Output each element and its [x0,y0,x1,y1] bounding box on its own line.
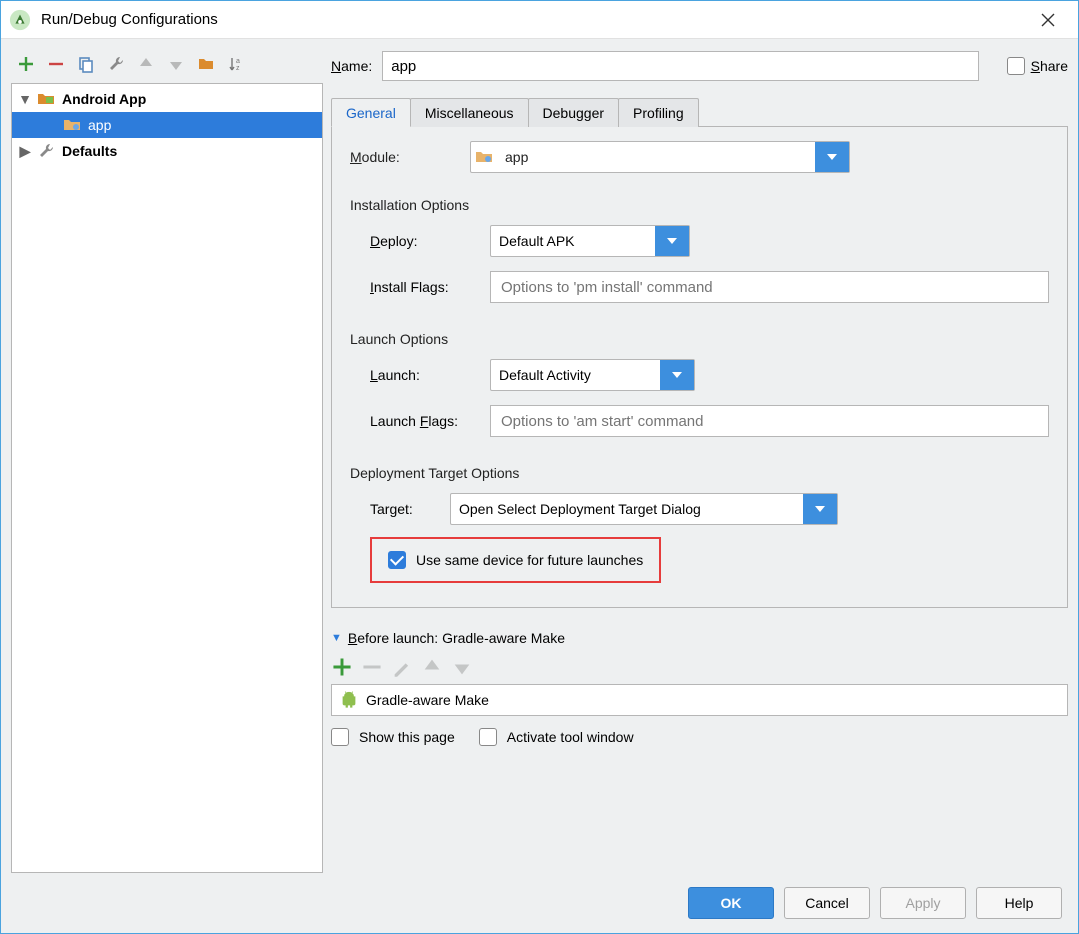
android-app-icon [36,90,56,108]
move-task-down-button[interactable] [451,656,473,678]
share-checkbox[interactable] [1007,57,1025,75]
tab-miscellaneous[interactable]: Miscellaneous [410,98,529,127]
deploy-combo[interactable]: Default APK [490,225,690,257]
tab-profiling[interactable]: Profiling [618,98,699,127]
module-icon [471,148,497,166]
add-config-button[interactable] [15,53,37,75]
tab-body-general: Module: app Installation Options Deploy:… [331,127,1068,608]
close-button[interactable] [1026,1,1070,39]
before-launch-section: ▼ Before launch: Gradle-aware Make Gradl… [331,630,1068,746]
target-label: Target: [370,501,440,517]
activate-tool-window-label: Activate tool window [507,729,634,745]
chevron-down-icon[interactable] [815,142,849,172]
tree-label: Defaults [62,143,117,159]
show-this-page-checkbox[interactable] [331,728,349,746]
apply-button[interactable]: Apply [880,887,966,919]
chevron-down-icon: ▼ [18,91,32,107]
ok-button[interactable]: OK [688,887,774,919]
deployment-target-head: Deployment Target Options [350,465,1049,481]
launch-flags-input[interactable] [490,405,1049,437]
install-flags-input[interactable] [490,271,1049,303]
remove-config-button[interactable] [45,53,67,75]
before-launch-label: Before launch: Gradle-aware Make [348,630,565,646]
right-panel: Name: Share General Miscellaneous Debugg… [331,49,1068,873]
use-same-device-checkbox[interactable] [388,551,406,569]
cancel-button[interactable]: Cancel [784,887,870,919]
before-launch-list[interactable]: Gradle-aware Make [331,684,1068,716]
launch-label: Launch: [370,367,480,383]
chevron-down-icon[interactable] [655,226,689,256]
titlebar: Run/Debug Configurations [1,1,1078,39]
highlighted-region: Use same device for future launches [370,537,661,583]
module-icon [62,116,82,134]
deploy-value: Default APK [491,233,655,249]
edit-defaults-button[interactable] [105,53,127,75]
deploy-label: Deploy: [370,233,480,249]
sort-button[interactable]: az [225,53,247,75]
tab-debugger[interactable]: Debugger [528,98,620,127]
add-task-button[interactable] [331,656,353,678]
chevron-down-icon[interactable] [660,360,694,390]
module-value: app [497,149,815,165]
tree-label: app [88,117,111,133]
chevron-down-icon: ▼ [331,632,342,644]
share-row: Share [989,57,1068,75]
config-tree[interactable]: ▼ Android App app ▶ Defaults [11,83,323,873]
chevron-down-icon[interactable] [803,494,837,524]
installation-options-head: Installation Options [350,197,1049,213]
footer: OK Cancel Apply Help [1,873,1078,933]
launch-options-head: Launch Options [350,331,1049,347]
launch-value: Default Activity [491,367,660,383]
use-same-device-label: Use same device for future launches [416,552,643,568]
svg-text:a: a [236,58,240,65]
chevron-right-icon: ▶ [18,143,32,160]
target-value: Open Select Deployment Target Dialog [451,501,803,517]
defaults-icon [36,142,56,160]
tree-node-app[interactable]: app [12,112,322,138]
android-icon [340,690,358,711]
before-launch-toolbar [331,656,1068,678]
folder-button[interactable] [195,53,217,75]
copy-config-button[interactable] [75,53,97,75]
tab-general[interactable]: General [331,98,411,127]
dialog-window: Run/Debug Configurations az ▼ An [0,0,1079,934]
tree-node-defaults[interactable]: ▶ Defaults [12,138,322,164]
launch-combo[interactable]: Default Activity [490,359,695,391]
tree-label: Android App [62,91,146,107]
tabstrip: General Miscellaneous Debugger Profiling [331,97,1068,127]
move-task-up-button[interactable] [421,656,443,678]
target-combo[interactable]: Open Select Deployment Target Dialog [450,493,838,525]
before-launch-header[interactable]: ▼ Before launch: Gradle-aware Make [331,630,1068,646]
name-label: Name: [331,58,372,74]
svg-text:z: z [236,65,240,72]
remove-task-button[interactable] [361,656,383,678]
left-panel: az ▼ Android App app ▶ Defaults [11,49,323,873]
android-studio-icon [9,9,31,31]
window-title: Run/Debug Configurations [41,11,1026,28]
config-toolbar: az [11,49,323,79]
tree-node-android-app[interactable]: ▼ Android App [12,86,322,112]
move-up-button[interactable] [135,53,157,75]
share-label: Share [1031,58,1068,74]
before-launch-item-label: Gradle-aware Make [366,692,489,708]
edit-task-button[interactable] [391,656,413,678]
move-down-button[interactable] [165,53,187,75]
activate-tool-window-checkbox[interactable] [479,728,497,746]
bottom-checks: Show this page Activate tool window [331,728,1068,746]
name-row: Name: Share [331,49,1068,83]
name-input[interactable] [382,51,978,81]
module-combo[interactable]: app [470,141,850,173]
launch-flags-label: Launch Flags: [370,413,480,429]
module-label: Module: [350,149,460,165]
show-this-page-label: Show this page [359,729,455,745]
content-area: az ▼ Android App app ▶ Defaults [1,39,1078,873]
help-button[interactable]: Help [976,887,1062,919]
install-flags-label: Install Flags: [370,279,480,295]
